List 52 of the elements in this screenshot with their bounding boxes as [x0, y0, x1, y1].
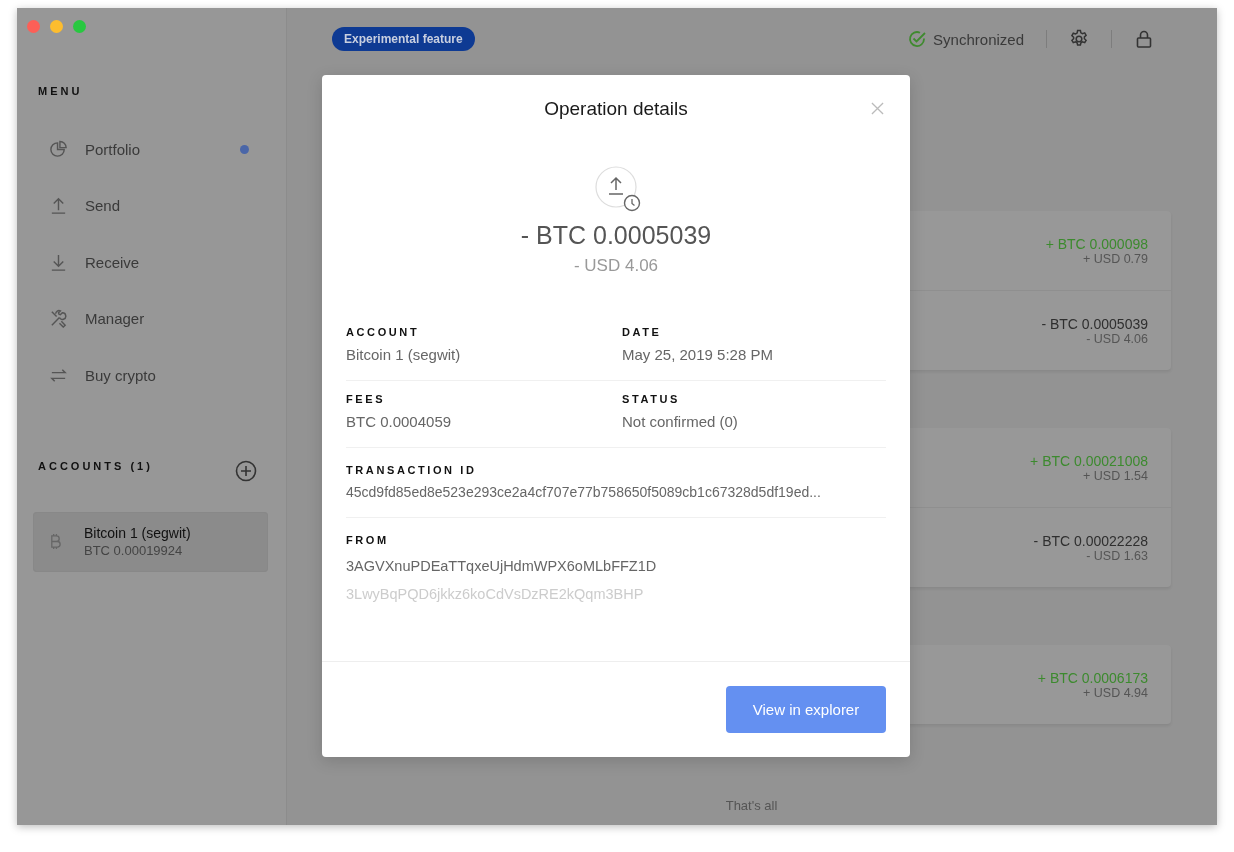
- operation-amount: + BTC 0.000098: [1045, 235, 1148, 252]
- settings-icon[interactable]: [1069, 29, 1089, 49]
- experimental-badge: Experimental feature: [332, 27, 475, 51]
- sender-address: 3AGVXnuPDEaTTqxeUjHdmWPX6oMLbFFZ1D: [346, 558, 658, 574]
- operation-fiat-amount: + USD 1.54: [1083, 468, 1148, 483]
- add-icon[interactable]: [235, 459, 257, 482]
- menu-item[interactable]: Portfolio: [33, 121, 268, 178]
- operation-amount: - BTC 0.0005039: [1041, 315, 1148, 332]
- maximize-window-icon[interactable]: [73, 20, 86, 33]
- menu-item[interactable]: Send: [33, 177, 268, 234]
- bitcoin-icon: [49, 532, 62, 551]
- operation-fiat-amount: - USD 1.63: [1086, 548, 1148, 563]
- menu-item[interactable]: Buy crypto: [33, 347, 268, 404]
- accounts-heading: ACCOUNTS (1): [38, 459, 153, 472]
- close-icon[interactable]: [871, 102, 884, 115]
- menu-heading: MENU: [38, 85, 83, 97]
- end-of-list-note: That's all: [724, 798, 779, 813]
- account-item[interactable]: Bitcoin 1 (segwit) BTC 0.00019924: [33, 511, 268, 572]
- menu-item[interactable]: Manager: [33, 290, 268, 347]
- operation-fiat-amount: - USD 4.06: [573, 256, 659, 276]
- field-label: DATE: [622, 326, 663, 338]
- field-label: ACCOUNT: [346, 326, 421, 338]
- account-balance: BTC 0.00019924: [84, 543, 184, 558]
- operation-fiat-amount: + USD 0.79: [1083, 251, 1148, 266]
- upload-icon: [49, 196, 68, 216]
- operation-amount: + BTC 0.0006173: [1037, 669, 1148, 686]
- close-window-icon[interactable]: [27, 20, 40, 33]
- field-label: TRANSACTION ID: [346, 464, 478, 476]
- operation-amount: + BTC 0.00021008: [1030, 452, 1148, 469]
- account-name: Bitcoin 1 (segwit): [84, 525, 191, 541]
- view-in-explorer-button[interactable]: View in explorer: [726, 686, 886, 733]
- field-value: May 25, 2019 5:28 PM: [622, 346, 774, 363]
- lock-icon[interactable]: [1134, 29, 1154, 49]
- field-value: BTC 0.0004059: [346, 413, 453, 430]
- field-value: Bitcoin 1 (segwit): [346, 346, 462, 363]
- field-label: FEES: [346, 393, 387, 405]
- pie-chart-icon: [49, 139, 68, 159]
- check-circle-icon: [907, 29, 928, 49]
- download-icon: [49, 252, 68, 272]
- dialog-title: Operation details: [544, 98, 688, 120]
- transaction-id: 45cd9fd85ed8e523e293ce2a4cf707e77b758650f5089cb1c67328d5df19ed...: [346, 484, 822, 500]
- field-label: FROM: [346, 534, 390, 546]
- field-value: Not confirmed (0): [622, 413, 739, 430]
- operation-fiat-amount: - USD 4.06: [1086, 331, 1148, 346]
- field-label: STATUS: [622, 393, 681, 405]
- menu-item[interactable]: Receive: [33, 234, 268, 291]
- operation-fiat-amount: + USD 4.94: [1083, 685, 1148, 700]
- operation-amount: - BTC 0.0005039: [520, 221, 712, 250]
- tools-icon: [49, 309, 68, 329]
- operation-amount: - BTC 0.00022228: [1033, 532, 1148, 549]
- sync-status: Synchronized: [933, 30, 1024, 48]
- minimize-window-icon[interactable]: [50, 20, 63, 33]
